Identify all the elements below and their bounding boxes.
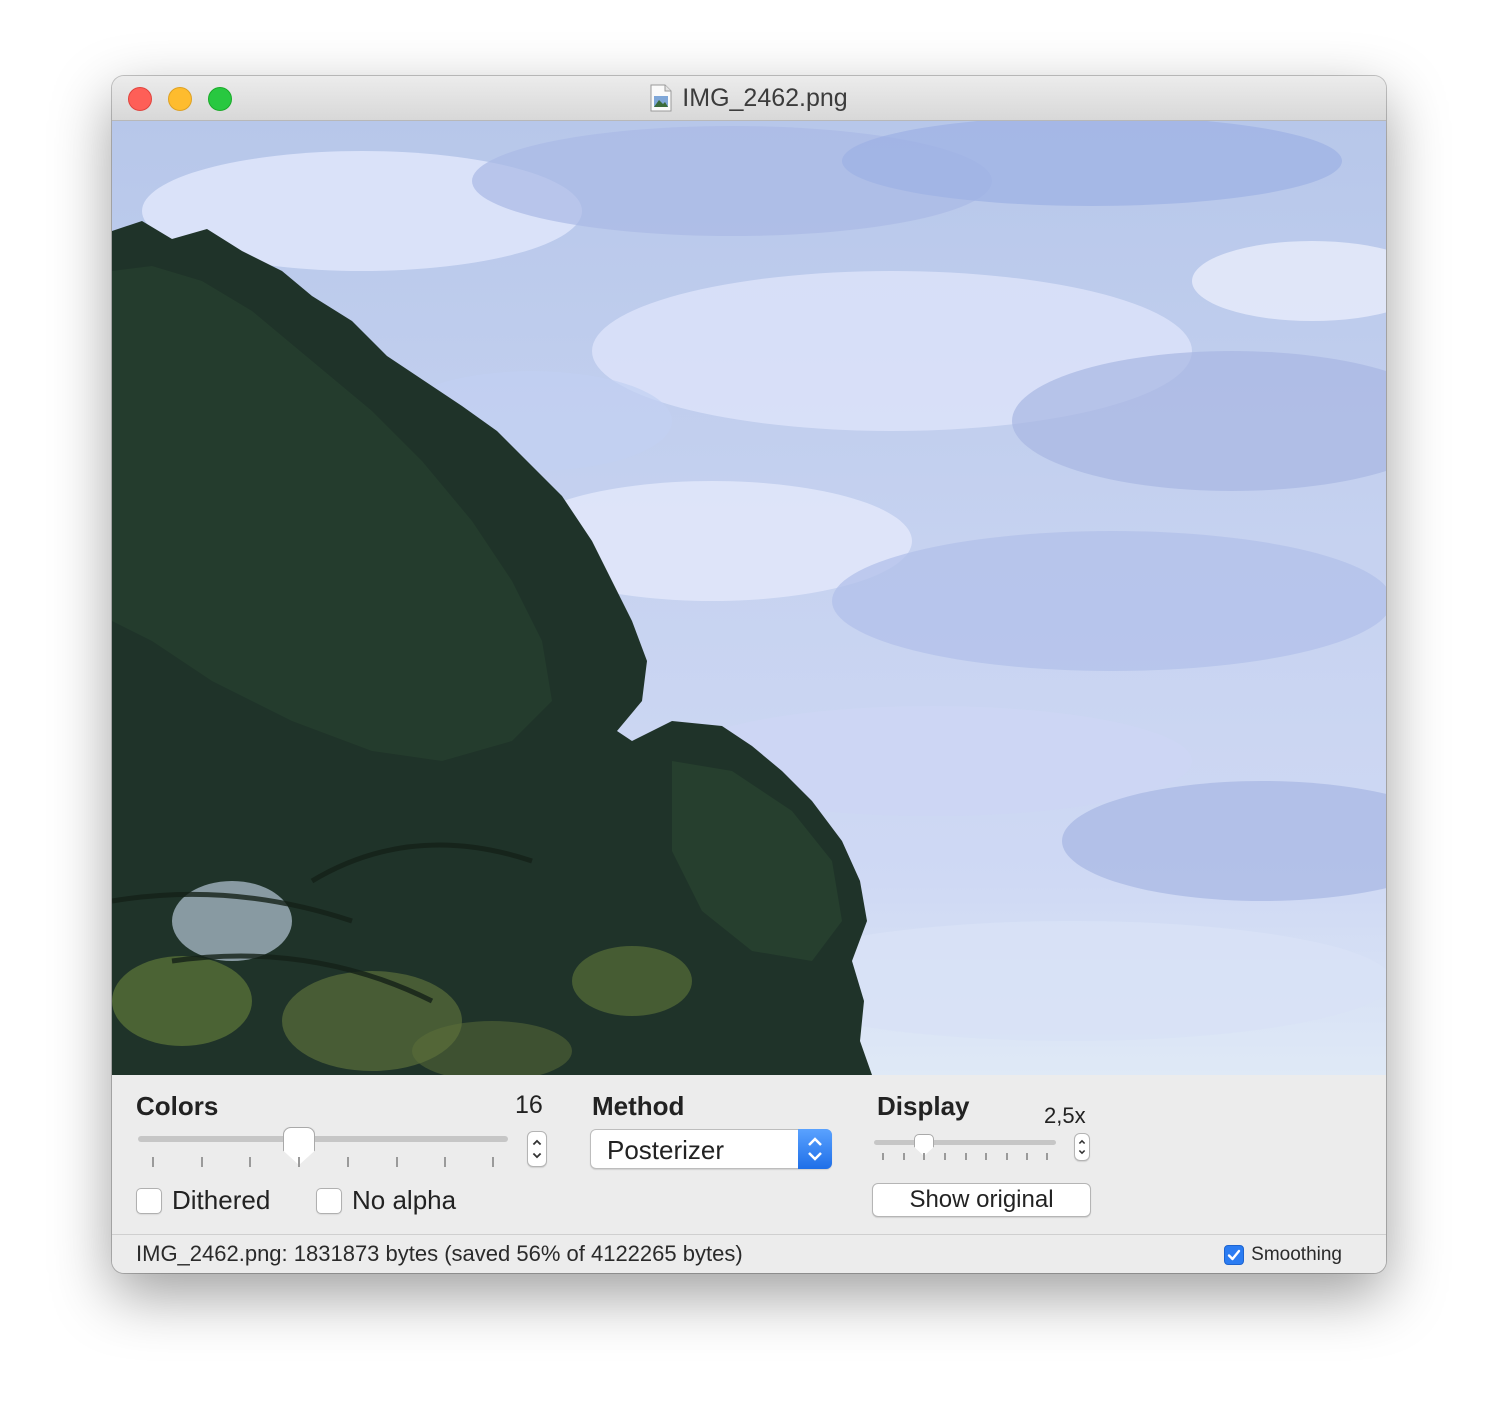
colors-slider-tick xyxy=(396,1157,398,1167)
checkmark-icon xyxy=(1227,1249,1241,1261)
method-heading: Method xyxy=(592,1091,685,1121)
display-slider-track[interactable] xyxy=(874,1140,1056,1145)
colors-slider-tick xyxy=(152,1157,154,1167)
png-document-icon xyxy=(650,84,672,112)
show-original-button[interactable]: Show original xyxy=(872,1183,1091,1217)
display-slider-tick xyxy=(882,1153,884,1160)
method-selected: Posterizer xyxy=(607,1135,725,1165)
display-slider-tick xyxy=(985,1153,987,1160)
display-stepper[interactable] xyxy=(1074,1133,1090,1161)
display-slider-tick xyxy=(1026,1153,1028,1160)
display-slider-tick xyxy=(903,1153,905,1160)
status-bar: IMG_2462.png: 1831873 bytes (saved 56% o… xyxy=(112,1234,1386,1273)
colors-value: 16 xyxy=(515,1091,543,1119)
colors-slider-tick xyxy=(249,1157,251,1167)
app-window: IMG_2462.png Colors 16 Dithered No alpha… xyxy=(112,76,1386,1273)
dithered-checkbox[interactable]: Dithered xyxy=(136,1185,270,1216)
display-slider-tick xyxy=(965,1153,967,1160)
controls-panel: Colors 16 Dithered No alpha Method Poste… xyxy=(112,1075,1386,1234)
colors-stepper[interactable] xyxy=(527,1131,547,1167)
window-title: IMG_2462.png xyxy=(682,83,848,112)
colors-slider-tick xyxy=(298,1157,300,1167)
dithered-checkbox-box[interactable] xyxy=(136,1187,162,1214)
image-preview xyxy=(112,121,1386,1075)
colors-slider-tick xyxy=(201,1157,203,1167)
smoothing-checkbox-box[interactable] xyxy=(1224,1245,1245,1265)
smoothing-checkbox[interactable]: Smoothing xyxy=(1224,1244,1342,1266)
colors-slider-tick xyxy=(347,1157,349,1167)
colors-slider-track[interactable] xyxy=(138,1136,508,1142)
status-text: IMG_2462.png: 1831873 bytes (saved 56% o… xyxy=(136,1241,743,1266)
display-slider-tick xyxy=(1006,1153,1008,1160)
dithered-label: Dithered xyxy=(172,1185,271,1215)
display-slider-tick xyxy=(1046,1153,1048,1160)
title-bar[interactable]: IMG_2462.png xyxy=(112,76,1386,121)
no-alpha-checkbox[interactable]: No alpha xyxy=(316,1185,456,1216)
colors-heading: Colors xyxy=(136,1091,219,1121)
display-slider-tick xyxy=(944,1153,946,1160)
display-heading: Display xyxy=(877,1091,970,1121)
smoothing-label: Smoothing xyxy=(1251,1244,1342,1265)
colors-slider-tick xyxy=(444,1157,446,1167)
no-alpha-checkbox-box[interactable] xyxy=(316,1187,342,1214)
no-alpha-label: No alpha xyxy=(352,1185,457,1215)
method-popup[interactable]: Posterizer xyxy=(590,1129,832,1169)
popup-arrows-icon[interactable] xyxy=(798,1129,832,1169)
window-title-group: IMG_2462.png xyxy=(112,76,1386,120)
colors-slider-tick xyxy=(492,1157,494,1167)
display-value: 2,5x xyxy=(1044,1103,1086,1128)
display-slider-tick xyxy=(923,1153,925,1160)
